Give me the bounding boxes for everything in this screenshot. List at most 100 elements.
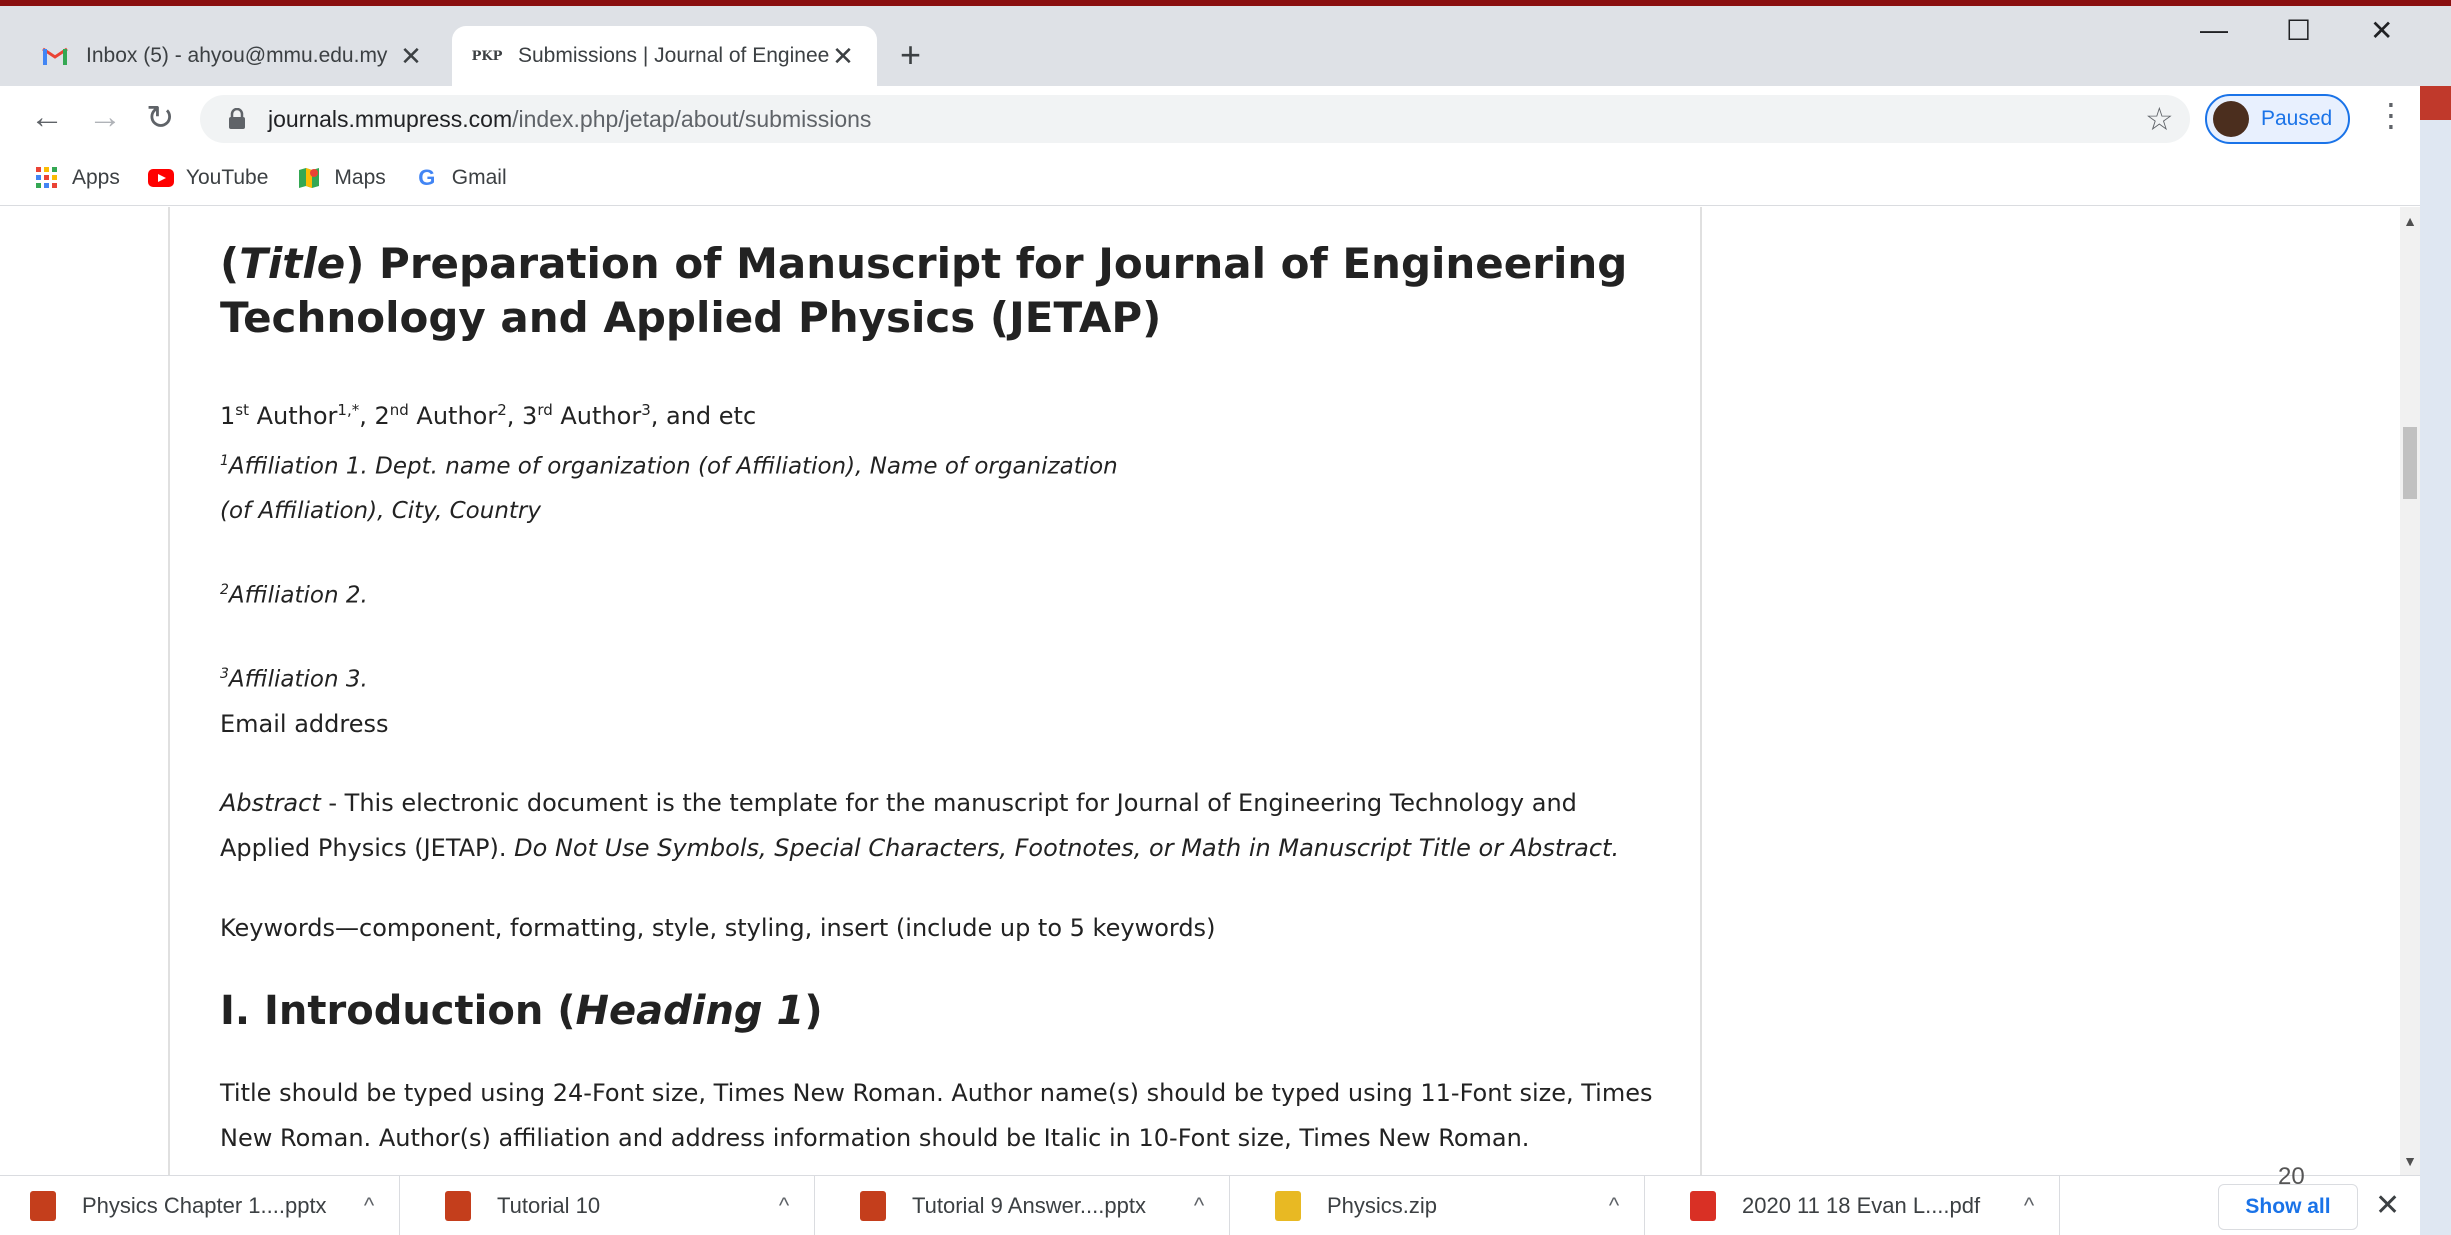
scroll-down-arrow-icon[interactable]: ▼ (2400, 1153, 2420, 1169)
download-filename: Physics.zip (1327, 1193, 1438, 1218)
avatar (2213, 101, 2249, 137)
title-paren: ( (220, 239, 240, 288)
powerpoint-icon (30, 1191, 56, 1221)
author-name: Author (408, 402, 498, 430)
affiliation-marker: 2 (220, 581, 229, 598)
abstract-note: Do Not Use Symbols, Special Characters, … (514, 833, 1620, 862)
author-ordinal: , 3 (506, 402, 538, 430)
abstract-label: Abstract (220, 788, 321, 817)
author-list: 1st Author1,*, 2nd Author2, 3rd Author3,… (220, 387, 1660, 439)
downloads-bar: Physics Chapter 1....pptx ^ Tutorial 10 … (0, 1175, 2420, 1235)
background-window-edge (2420, 86, 2451, 1235)
window-frame-accent (0, 0, 2451, 6)
ordinal-suffix: st (235, 401, 249, 419)
author-ordinal: 1 (220, 402, 236, 430)
minimize-icon[interactable]: — (2200, 14, 2228, 46)
download-item[interactable]: Physics.zip ^ (1245, 1176, 1645, 1235)
powerpoint-icon (860, 1191, 886, 1221)
title-line-2: Technology and Applied Physics (JETAP) (220, 293, 1162, 342)
affiliation-marker: 2 (497, 401, 507, 419)
apps-grid-icon (34, 166, 60, 189)
bookmark-youtube[interactable]: YouTube (147, 165, 269, 190)
window-close-icon[interactable]: ✕ (2370, 14, 2393, 47)
google-g-icon: G (418, 164, 436, 190)
author-name: Author (552, 402, 642, 430)
affiliation-1: 1Affiliation 1. Dept. name of organizati… (220, 439, 1660, 533)
author-ordinal: , 2 (359, 402, 390, 430)
download-filename: Tutorial 9 Answer....pptx (912, 1193, 1146, 1218)
bookmarks-bar: Apps YouTube Maps G Gmail (0, 150, 2420, 206)
chevron-up-icon[interactable]: ^ (339, 1193, 399, 1219)
chevron-up-icon[interactable]: ^ (1584, 1193, 1644, 1219)
close-downloads-icon[interactable]: ✕ (2375, 1188, 2400, 1223)
bookmark-gmail[interactable]: G Gmail (414, 164, 507, 190)
download-filename: Physics Chapter 1....pptx (82, 1193, 327, 1218)
page-viewport: (Title) Preparation of Manuscript for Jo… (0, 207, 2400, 1175)
address-bar[interactable]: journals.mmupress.com/index.php/jetap/ab… (200, 95, 2190, 143)
body-paragraph: Title should be typed using 24-Font size… (220, 1078, 1653, 1152)
heading-text: I. Introduction ( (220, 987, 576, 1034)
tab-submissions[interactable]: PKP Submissions | Journal of Enginee ✕ (452, 26, 877, 86)
affiliation-text: Affiliation 2. (228, 582, 368, 609)
scroll-up-arrow-icon[interactable]: ▲ (2400, 213, 2420, 229)
affiliation-text: Affiliation 1. Dept. name of organizatio… (228, 453, 1118, 480)
affiliation-3: 3Affiliation 3. (220, 652, 1660, 702)
close-tab-icon[interactable]: ✕ (397, 41, 425, 72)
keywords: Keywords—component, formatting, style, s… (220, 913, 1216, 942)
maps-icon (296, 167, 322, 189)
title-italic-word: Title (239, 239, 346, 288)
article-content: (Title) Preparation of Manuscript for Jo… (220, 237, 1660, 1161)
download-filename: Tutorial 10 (497, 1193, 601, 1218)
affiliation-text: (of Affiliation), City, Country (220, 497, 541, 524)
tab-gmail-inbox[interactable]: Inbox (5) - ahyou@mmu.edu.my ✕ (20, 26, 445, 86)
column-divider (168, 207, 170, 1175)
download-item[interactable]: Physics Chapter 1....pptx ^ (0, 1176, 400, 1235)
bookmark-label: Gmail (451, 165, 507, 189)
scrollbar-thumb[interactable] (2403, 427, 2417, 499)
close-tab-icon[interactable]: ✕ (829, 41, 857, 72)
pdf-icon (1690, 1191, 1716, 1221)
forward-icon[interactable]: → (88, 98, 122, 137)
bookmark-label: Maps (334, 165, 386, 189)
chevron-up-icon[interactable]: ^ (1169, 1193, 1229, 1219)
pkp-icon: PKP (471, 48, 503, 64)
ordinal-suffix: rd (537, 401, 553, 419)
bookmark-maps[interactable]: Maps (296, 165, 386, 190)
youtube-icon (147, 167, 174, 189)
new-tab-button[interactable]: + (900, 34, 921, 76)
reload-icon[interactable]: ↻ (146, 98, 175, 138)
back-icon[interactable]: ← (30, 98, 64, 137)
chevron-up-icon[interactable]: ^ (754, 1193, 814, 1219)
gmail-icon (40, 44, 70, 68)
heading-text: ) (804, 987, 823, 1034)
download-item[interactable]: Tutorial 9 Answer....pptx ^ (830, 1176, 1230, 1235)
url-host: journals.mmupress.com (268, 105, 513, 132)
zip-icon (1275, 1191, 1301, 1221)
affiliation-marker: 1 (220, 453, 229, 469)
bookmark-apps[interactable]: Apps (34, 166, 120, 190)
affiliation-marker: 3 (220, 666, 229, 683)
kebab-menu-icon[interactable]: ⋮ (2375, 96, 2407, 134)
affiliation-text: Affiliation 3. (228, 666, 368, 693)
email-address: Email address (220, 709, 389, 738)
powerpoint-icon (445, 1191, 471, 1221)
profile-button[interactable]: Paused (2205, 94, 2350, 144)
bookmark-label: Apps (72, 165, 120, 189)
bookmark-star-icon[interactable]: ☆ (2145, 100, 2174, 138)
column-divider (1700, 207, 1702, 1175)
download-item[interactable]: Tutorial 10 ^ (415, 1176, 815, 1235)
title-line-1: ) Preparation of Manuscript for Journal … (345, 239, 1628, 288)
ordinal-suffix: nd (389, 401, 409, 419)
bookmark-label: YouTube (185, 165, 269, 189)
author-name: Author (248, 402, 338, 430)
abstract: Abstract - This electronic document is t… (220, 781, 1660, 871)
page-scrollbar[interactable]: ▲ ▼ (2400, 207, 2420, 1175)
affiliation-2: 2Affiliation 2. (220, 568, 1660, 618)
url-path: /index.php/jetap/about/submissions (512, 105, 872, 132)
maximize-icon[interactable]: ☐ (2286, 14, 2311, 47)
download-item[interactable]: 2020 11 18 Evan L....pdf ^ (1660, 1176, 2060, 1235)
background-window-accent (2420, 86, 2451, 120)
tab-title: Submissions | Journal of Enginee (518, 44, 829, 67)
chevron-up-icon[interactable]: ^ (1999, 1193, 2059, 1219)
